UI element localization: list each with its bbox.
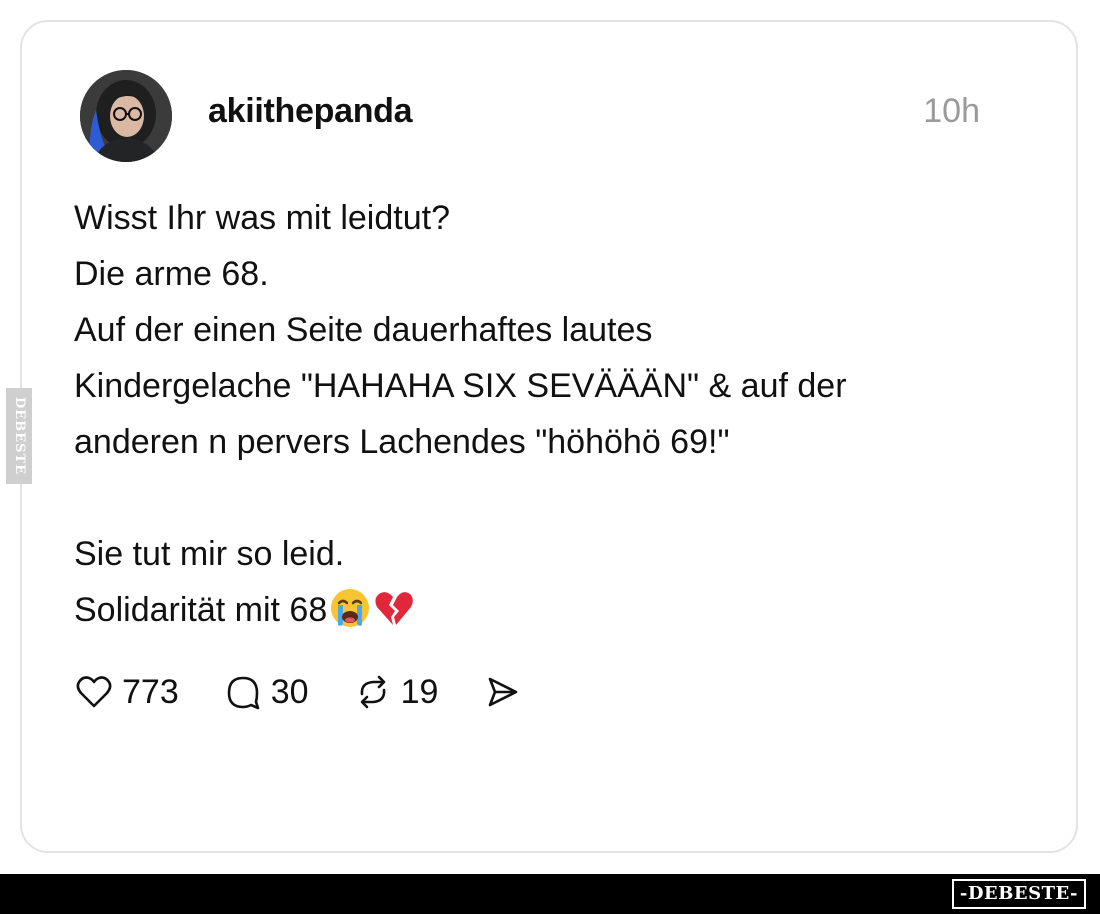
repost-count: 19: [400, 672, 439, 711]
send-icon: [482, 672, 522, 712]
post-line: Die arme 68.: [74, 255, 269, 293]
post-timestamp: 10h: [923, 92, 980, 130]
broken-heart-icon: [373, 587, 415, 646]
post-body: Wisst Ihr was mit leidtut? Die arme 68. …: [74, 190, 1034, 646]
footer-bar: -DEBESTE-: [0, 874, 1100, 914]
post-line-text: Solidarität mit 68: [74, 591, 328, 629]
post-line-blank: [74, 470, 1034, 526]
post-line: anderen n pervers Lachendes "höhöhö 69!": [74, 423, 730, 461]
footer-logo: -DEBESTE-: [951, 879, 1086, 909]
post-line: Wisst Ihr was mit leidtut?: [74, 199, 450, 237]
post-card: akiithepanda 10h Wisst Ihr was mit leidt…: [20, 20, 1078, 853]
repost-button[interactable]: 19: [353, 672, 439, 712]
post-line: Auf der einen Seite dauerhaftes lautes: [74, 311, 653, 349]
like-count: 773: [122, 672, 179, 711]
post-line-last: Solidarität mit 68: [74, 582, 1034, 646]
username[interactable]: akiithepanda: [208, 92, 413, 131]
crying-face-icon: [329, 587, 371, 646]
post-line: Kindergelache "HAHAHA SIX SEVÄÄÄN" & auf…: [74, 367, 847, 405]
comment-count: 30: [270, 672, 309, 711]
avatar[interactable]: [80, 70, 172, 162]
side-watermark: DEBESTE: [6, 388, 32, 484]
post-line: Sie tut mir so leid.: [74, 535, 345, 573]
like-button[interactable]: 773: [74, 672, 179, 712]
share-button[interactable]: [482, 672, 522, 712]
heart-icon: [74, 672, 114, 712]
post-actions: 773 30 19: [74, 670, 566, 714]
comment-button[interactable]: 30: [223, 672, 309, 712]
comment-icon: [223, 672, 263, 712]
repost-icon: [353, 672, 393, 712]
